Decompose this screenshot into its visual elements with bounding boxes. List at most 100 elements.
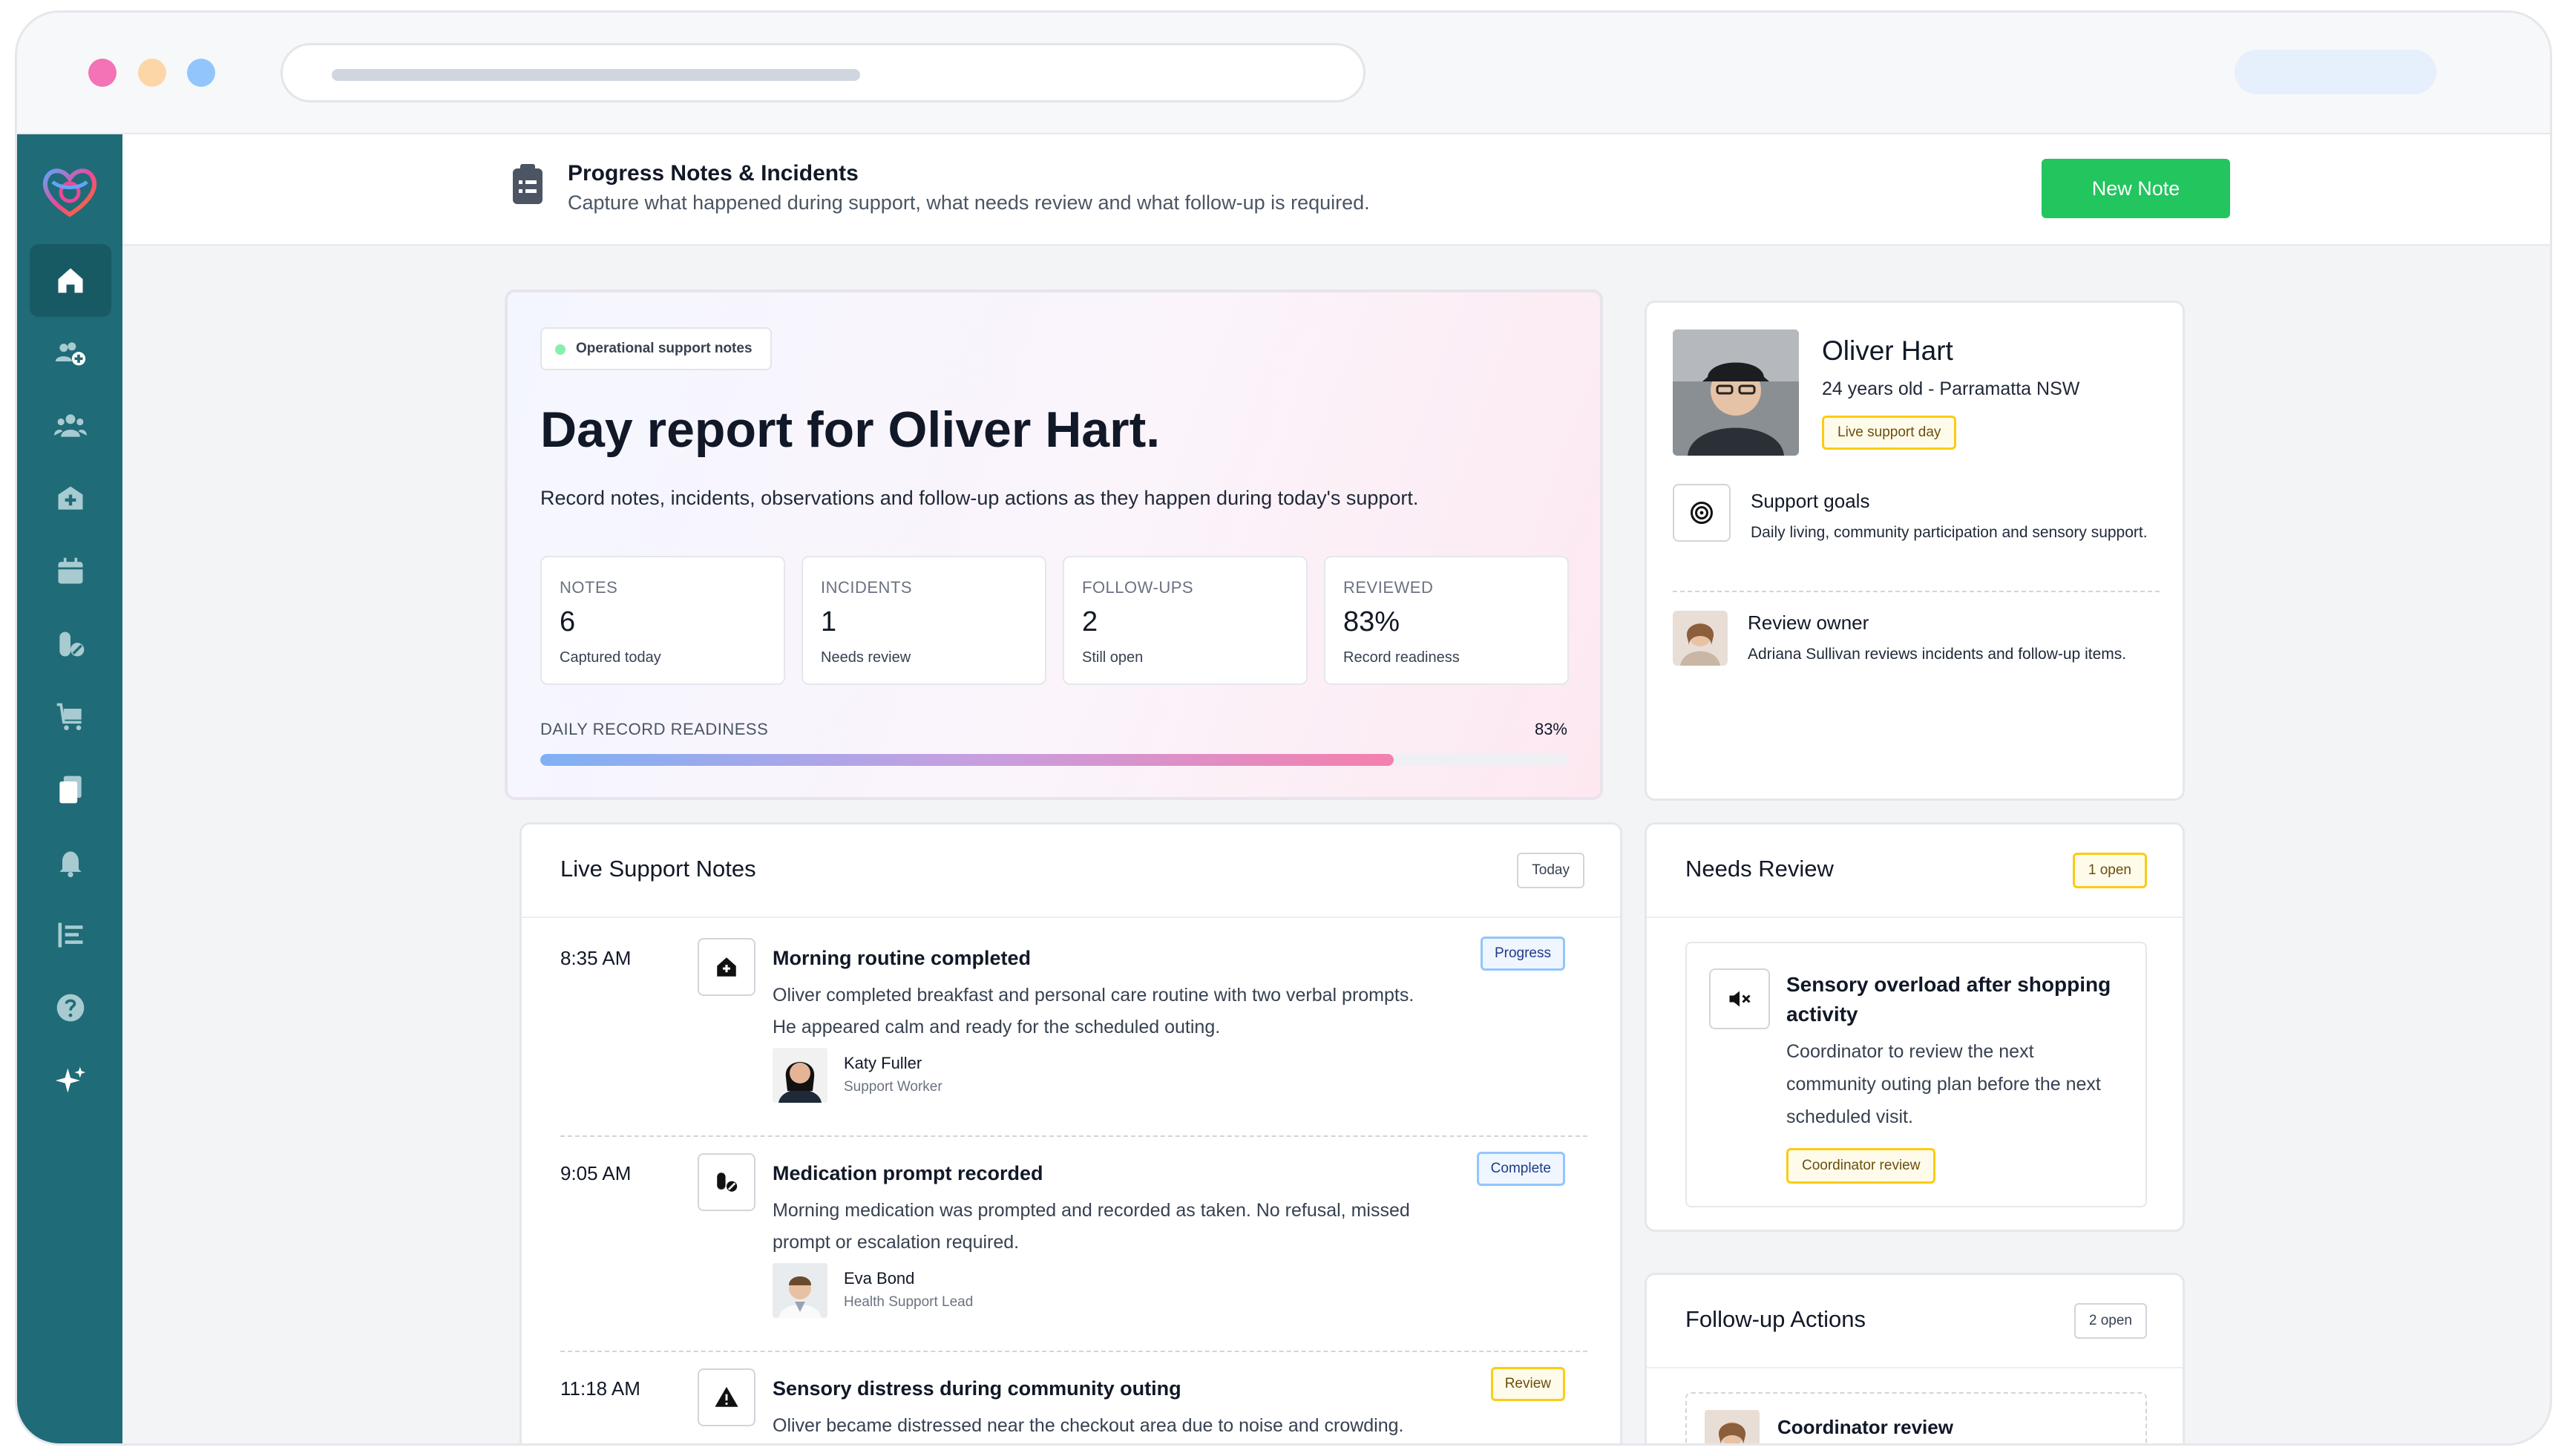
followup-owner-avatar[interactable]	[1705, 1410, 1760, 1443]
browser-chrome	[17, 13, 2550, 134]
stat-notes[interactable]: NOTES 6 Captured today	[540, 556, 785, 685]
cart-icon	[56, 703, 82, 730]
review-item[interactable]: Sensory overload after shopping activity…	[1685, 942, 2147, 1207]
note-item[interactable]: 8:35 AM Morning routine completed Oliver…	[560, 937, 1587, 1132]
readiness-percent: 83%	[1534, 720, 1567, 738]
note-status-badge: Complete	[1476, 1152, 1565, 1186]
live-support-notes-card: Live Support Notes Today 8:35 AM Morning…	[519, 822, 1622, 1443]
review-owner-title: Review owner	[1748, 611, 1869, 634]
stat-label: NOTES	[560, 578, 618, 597]
reports-icon	[58, 922, 83, 948]
followup-card-header: Follow-up Actions 2 open	[1647, 1275, 2183, 1368]
needs-review-card: Needs Review 1 open Sensory overload aft…	[1645, 822, 2185, 1232]
note-author-avatar[interactable]	[773, 1048, 827, 1103]
participant-profile-card: Oliver Hart 24 years old - Parramatta NS…	[1645, 301, 2185, 801]
address-bar[interactable]	[281, 43, 1366, 102]
home-icon	[717, 957, 736, 977]
note-author-role: Health Support Lead	[844, 1294, 974, 1310]
note-author-name: Katy Fuller	[844, 1054, 922, 1072]
note-time: 11:18 AM	[560, 1377, 640, 1400]
stat-label: FOLLOW-UPS	[1082, 578, 1194, 597]
note-icon-box	[698, 1368, 755, 1426]
sidebar-item-reports[interactable]	[30, 899, 111, 971]
support-goals-title: Support goals	[1751, 490, 1870, 512]
stat-caption: Captured today	[560, 649, 661, 666]
participant-avatar[interactable]	[1673, 329, 1799, 456]
stat-follow-ups[interactable]: FOLLOW-UPS 2 Still open	[1063, 556, 1308, 685]
help-icon	[56, 994, 85, 1022]
participant-details: 24 years old - Parramatta NSW	[1822, 378, 2080, 399]
window-close-dot[interactable]	[88, 59, 117, 87]
note-text: Oliver became distressed near the checko…	[773, 1415, 1404, 1436]
sidebar-item-medical[interactable]	[30, 462, 111, 535]
followup-item-title: Coordinator review	[1777, 1416, 1953, 1438]
sidebar-item-notifications[interactable]	[30, 826, 111, 899]
support-goals-text: Daily living, community participation an…	[1751, 524, 2148, 541]
medical-kit-icon	[58, 486, 83, 510]
clipboard-icon	[513, 164, 542, 204]
browser-action-pill[interactable]	[2235, 50, 2436, 94]
sidebar-item-home[interactable]	[30, 244, 111, 317]
note-item[interactable]: 9:05 AM Medication prompt recorded Morni…	[560, 1152, 1587, 1348]
stat-caption: Needs review	[821, 649, 911, 666]
sidebar-item-team[interactable]	[30, 390, 111, 462]
home-icon	[58, 268, 83, 293]
day-report-title: Day report for Oliver Hart.	[540, 401, 1161, 458]
stat-value: 83%	[1343, 606, 1400, 637]
sidebar-item-documents[interactable]	[30, 753, 111, 826]
review-icon-box	[1709, 968, 1770, 1029]
note-divider	[560, 1351, 1587, 1352]
review-card-title: Needs Review	[1685, 856, 1834, 882]
operational-badge-label: Operational support notes	[576, 341, 753, 356]
stat-label: REVIEWED	[1343, 578, 1434, 597]
note-status-badge: Progress	[1480, 937, 1565, 971]
stat-label: INCIDENTS	[821, 578, 913, 597]
stat-value: 6	[560, 606, 576, 637]
documents-icon	[59, 775, 82, 804]
warning-icon	[715, 1386, 738, 1407]
follow-up-actions-card: Follow-up Actions 2 open Coordinator rev…	[1645, 1273, 2185, 1443]
note-time: 8:35 AM	[560, 947, 632, 969]
stat-reviewed[interactable]: REVIEWED 83% Record readiness	[1324, 556, 1569, 685]
coordinator-review-badge: Coordinator review	[1786, 1148, 1936, 1184]
sidebar-item-calendar[interactable]	[30, 535, 111, 608]
target-icon	[1691, 502, 1713, 524]
note-author-avatar[interactable]	[773, 1263, 827, 1318]
note-status-badge: Review	[1490, 1367, 1565, 1401]
window-minimize-dot[interactable]	[138, 59, 166, 87]
stat-value: 1	[821, 606, 837, 637]
app-logo-icon[interactable]	[38, 160, 102, 223]
participant-name: Oliver Hart	[1822, 335, 1953, 366]
note-icon-box	[698, 938, 755, 996]
note-title: Medication prompt recorded	[773, 1162, 1043, 1184]
support-goals-icon-box	[1673, 484, 1731, 542]
note-divider	[560, 1135, 1587, 1137]
calendar-icon	[58, 557, 83, 584]
sparkle-icon	[55, 1066, 86, 1093]
sidebar-item-add-participant[interactable]	[30, 317, 111, 390]
stat-incidents[interactable]: INCIDENTS 1 Needs review	[801, 556, 1046, 685]
bell-icon	[59, 851, 82, 878]
new-note-button[interactable]: New Note	[2042, 159, 2230, 218]
live-support-badge: Live support day	[1822, 416, 1957, 450]
review-owner-avatar[interactable]	[1673, 611, 1728, 666]
readiness-label: DAILY RECORD READINESS	[540, 720, 769, 738]
sidebar-item-ai-assistant[interactable]	[30, 1044, 111, 1117]
review-item-title: Sensory overload after shopping activity	[1786, 973, 2111, 1026]
page-subtitle: Capture what happened during support, wh…	[568, 191, 1370, 214]
sidebar-item-help[interactable]	[30, 971, 111, 1044]
notes-date-filter[interactable]: Today	[1517, 853, 1584, 888]
note-item[interactable]: 11:18 AM Sensory distress during communi…	[560, 1367, 1587, 1443]
stat-caption: Record readiness	[1343, 649, 1460, 666]
speaker-mute-icon	[1729, 991, 1751, 1007]
window-maximize-dot[interactable]	[187, 59, 215, 87]
operational-badge: Operational support notes	[540, 327, 772, 370]
sidebar-item-cart[interactable]	[30, 681, 111, 753]
followup-item[interactable]: Coordinator review	[1685, 1392, 2147, 1443]
day-report-card: Operational support notes Day report for…	[505, 289, 1603, 800]
note-text: Morning medication was prompted and reco…	[773, 1200, 1410, 1253]
note-title: Sensory distress during community outing	[773, 1377, 1181, 1400]
review-item-text: Coordinator to review the next community…	[1786, 1041, 2101, 1127]
sidebar-item-medication[interactable]	[30, 608, 111, 681]
sidebar	[17, 134, 122, 1443]
